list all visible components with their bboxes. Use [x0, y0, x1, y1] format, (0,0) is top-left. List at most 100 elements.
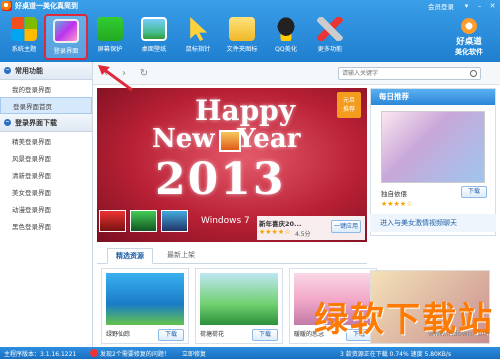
search-icon[interactable]	[470, 70, 477, 77]
banner-year: Year	[237, 124, 301, 154]
fix-now-link[interactable]: 立即修复	[182, 349, 206, 358]
banner-rating-stars: ★★★★☆	[259, 228, 291, 236]
member-login-link[interactable]: 会员登录	[428, 1, 454, 11]
brand-logo: 好桌道 美化软件	[442, 18, 496, 58]
tools-icon	[317, 17, 343, 41]
tool-wallpaper[interactable]: 桌面壁纸	[132, 14, 176, 60]
tool-label: QQ美化	[274, 46, 298, 53]
banner-thumb[interactable]	[161, 210, 188, 232]
tool-label: 桌面壁纸	[141, 46, 167, 53]
close-icon[interactable]: ✕	[488, 2, 497, 11]
tool-label: 登录界面	[53, 48, 79, 55]
app-logo-icon	[2, 1, 12, 11]
refresh-button[interactable]: ↻	[137, 67, 151, 81]
resource-tabs: 精选资源 最新上架	[97, 246, 367, 264]
search-box	[338, 67, 481, 80]
windows-logo-icon	[11, 17, 37, 41]
badge-line-2: 推荐	[342, 106, 355, 113]
apply-button[interactable]: 一键应用	[331, 220, 361, 233]
tool-label: 更多功能	[317, 46, 343, 53]
card-image[interactable]	[106, 273, 184, 325]
shield-icon	[97, 17, 123, 41]
sidebar-item-fresh[interactable]: 清新登录界面	[0, 166, 92, 183]
preview-thumbnail[interactable]	[219, 130, 241, 152]
tool-cursor[interactable]: 鼠标指针	[176, 14, 220, 60]
resource-card[interactable]: 荷塘荷花 下载	[195, 268, 283, 344]
tool-qq[interactable]: QQ美化	[264, 14, 308, 60]
tool-label: 鼠标指针	[185, 46, 211, 53]
alert-icon	[90, 349, 98, 357]
banner-2013: 2013	[155, 154, 286, 205]
address-bar: ‹ › ↻	[93, 62, 500, 85]
video-chat-link[interactable]: 进入与美女激情视频聊天	[370, 214, 496, 232]
banner-happy: Happy	[195, 94, 296, 127]
brand-icon	[461, 18, 477, 34]
sidebar-item-black[interactable]: 黑色登录界面	[0, 217, 92, 234]
daily-download-button[interactable]: 下载	[461, 186, 487, 198]
version-text: 主程序版本：3.1.16.1221	[4, 351, 77, 358]
minimize-icon[interactable]: –	[475, 2, 484, 11]
windows-brand-text: Windows 7	[201, 216, 250, 226]
qq-icon	[273, 17, 299, 41]
folder-icon	[229, 17, 255, 41]
banner-info-panel: 新年喜庆20... ★★★★☆ 4.5分 一键应用	[257, 216, 365, 240]
tool-label: 系统主题	[11, 46, 37, 53]
tool-label: 屏幕保护	[97, 46, 123, 53]
daily-image[interactable]	[381, 111, 485, 183]
tool-label: 文件夹图标	[226, 46, 258, 53]
daily-title: 每日推荐	[371, 89, 495, 105]
tool-screensaver[interactable]: 屏幕保护	[88, 14, 132, 60]
red-arrow-annotation	[98, 65, 133, 92]
featured-banner[interactable]: Happy New Year 2013 元旦 推荐 Windows 7 新年喜庆…	[97, 88, 367, 242]
collapse-icon: −	[4, 67, 11, 74]
title-bar: 好桌道一美化真简到 会员登录 ▾ – ✕	[0, 0, 500, 12]
badge-line-1: 元旦	[342, 97, 355, 104]
sidebar-item-scenery[interactable]: 风景登录界面	[0, 149, 92, 166]
banner-new: New	[152, 124, 215, 154]
login-screen-icon	[53, 19, 79, 43]
tool-folder-icons[interactable]: 文件夹图标	[220, 14, 264, 60]
collapse-icon: −	[4, 119, 11, 126]
banner-thumb[interactable]	[99, 210, 126, 232]
brand-subtitle: 美化软件	[455, 48, 483, 56]
status-bar: 主程序版本：3.1.16.1221 发现2个需要修复的问题！ 立即修复 3 款资…	[0, 347, 500, 359]
card-download-button[interactable]: 下载	[252, 329, 278, 341]
resource-card[interactable]: 绿野仙踪 下载	[101, 268, 189, 344]
daily-rating-stars: ★★★★☆	[381, 200, 413, 208]
tool-system-theme[interactable]: 系统主题	[2, 14, 46, 60]
sidebar-item-beauty[interactable]: 美女登录界面	[0, 183, 92, 200]
banner-item-name: 新年喜庆20...	[259, 220, 302, 228]
card-download-button[interactable]: 下载	[158, 329, 184, 341]
download-status: 3 款资源正在下载 0.74% 速度 5.80KB/s	[340, 351, 452, 358]
sidebar-item-anime[interactable]: 动漫登录界面	[0, 200, 92, 217]
sidebar-section-common[interactable]: − 常用功能	[0, 62, 92, 80]
banner-score: 4.5分	[295, 231, 311, 238]
card-name: 绿野仙踪	[106, 331, 131, 338]
sidebar: − 常用功能 我的登录界面 登录界面首页 − 登录界面下载 精美登录界面 风景登…	[0, 62, 93, 347]
sidebar-section-download[interactable]: − 登录界面下载	[0, 114, 92, 132]
cursor-icon	[190, 17, 208, 41]
menu-icon[interactable]: ▾	[462, 2, 471, 11]
tool-login-screen[interactable]: 登录界面	[44, 14, 88, 60]
top-bar: 好桌道一美化真简到 会员登录 ▾ – ✕ 系统主题 登录界面 屏幕保护 桌面壁纸…	[0, 0, 500, 62]
tab-featured[interactable]: 精选资源	[107, 248, 153, 264]
new-year-badge: 元旦 推荐	[337, 92, 361, 118]
sidebar-item-my-login[interactable]: 我的登录界面	[0, 80, 92, 97]
issue-alert: 发现2个需要修复的问题！	[100, 351, 170, 358]
site-watermark: 绿软下载站 www.lhdown.com	[300, 290, 500, 340]
sidebar-item-login-home[interactable]: 登录界面首页	[0, 97, 92, 114]
search-input[interactable]	[339, 68, 464, 79]
section-title: 常用功能	[15, 66, 43, 75]
daily-item-name: 独自依偎	[381, 190, 407, 198]
tool-more[interactable]: 更多功能	[308, 14, 352, 60]
sidebar-item-fine[interactable]: 精美登录界面	[0, 132, 92, 149]
wallpaper-icon	[141, 17, 167, 41]
card-image[interactable]	[200, 273, 278, 325]
card-name: 荷塘荷花	[200, 331, 225, 338]
banner-thumb[interactable]	[130, 210, 157, 232]
tab-latest[interactable]: 最新上架	[159, 248, 203, 264]
title-bar-right: 会员登录 ▾ – ✕	[428, 1, 497, 12]
brand-name: 好桌道	[456, 37, 482, 47]
section-title: 登录界面下载	[15, 118, 57, 127]
main-toolbar: 系统主题 登录界面 屏幕保护 桌面壁纸 鼠标指针 文件夹图标 QQ美化 更多功能	[0, 14, 440, 60]
